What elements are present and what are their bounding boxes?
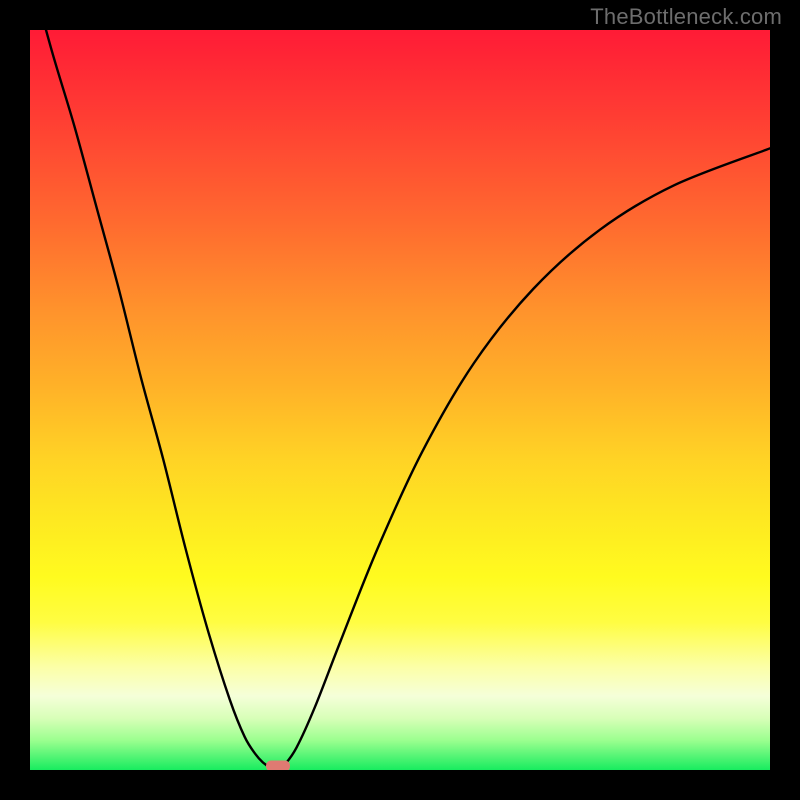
plot-area [30, 30, 770, 770]
minimum-marker [266, 761, 290, 771]
bottleneck-curve [30, 30, 770, 770]
chart-stage: TheBottleneck.com [0, 0, 800, 800]
curve-path [30, 30, 770, 770]
watermark-text: TheBottleneck.com [590, 4, 782, 30]
